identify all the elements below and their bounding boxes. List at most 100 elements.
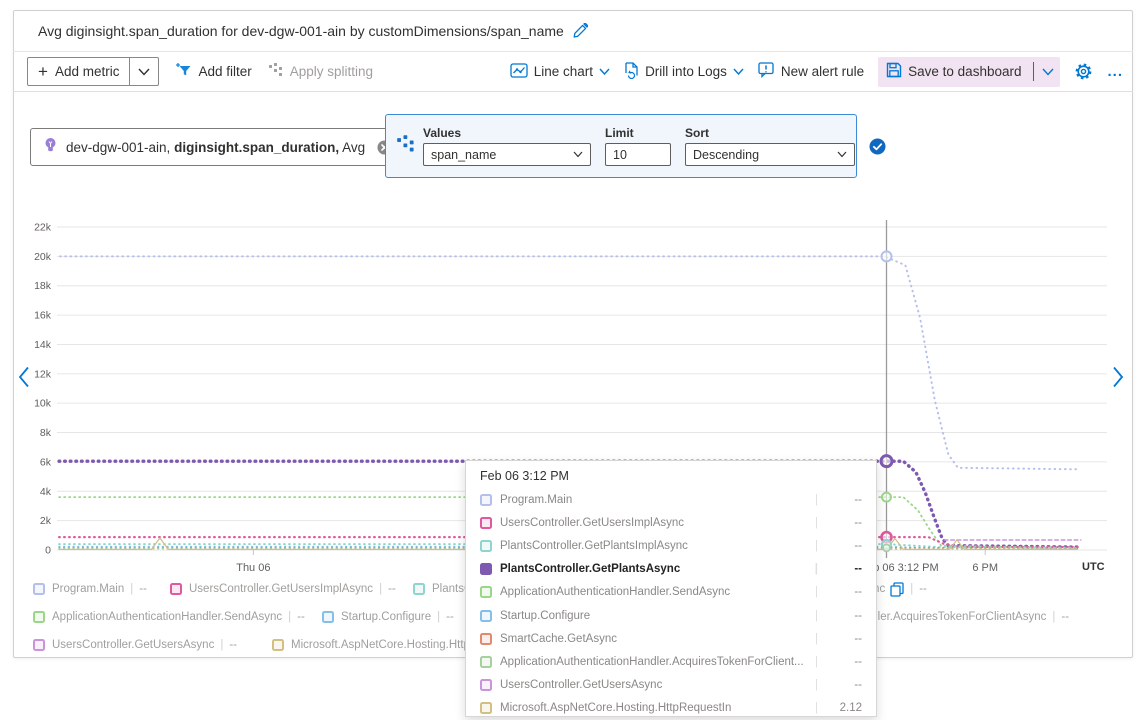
tooltip-series-value: -- [828, 586, 862, 598]
legend-series-value: -- [297, 611, 305, 623]
divider: | [437, 611, 440, 623]
add-metric-button[interactable]: + Add metric [28, 58, 129, 85]
legend-color-swatch [272, 639, 284, 651]
tooltip-color-swatch [480, 656, 492, 668]
series-marker [883, 544, 890, 551]
legend-color-swatch [170, 583, 182, 595]
more-options-button[interactable]: ... [1107, 63, 1123, 80]
series-line [60, 256, 1078, 469]
new-alert-rule-button[interactable]: New alert rule [758, 62, 864, 81]
values-label: Values [423, 126, 591, 140]
divider: | [815, 679, 818, 691]
x-axis-tick-label: Thu 06 [236, 562, 270, 574]
tooltip-color-swatch [480, 494, 492, 506]
chart-title-bar: Avg diginsight.span_duration for dev-dgw… [13, 10, 1133, 52]
tooltip-series-value: -- [828, 610, 862, 622]
drill-logs-icon [624, 62, 639, 82]
add-metric-dropdown[interactable] [129, 58, 158, 85]
y-axis-tick-label: 4k [40, 486, 52, 498]
legend-series-name: UsersController.GetUsersAsync [52, 639, 214, 651]
y-axis-tick-label: 0 [45, 545, 51, 557]
save-to-dashboard-split-button: Save to dashboard [878, 57, 1060, 87]
pan-right-chevron-icon[interactable] [1112, 366, 1124, 393]
save-to-dashboard-button[interactable]: Save to dashboard [886, 62, 1021, 81]
utc-timezone-label: UTC [1082, 561, 1105, 573]
tooltip-series-row: UsersController.GetUsersAsync | -- [466, 674, 876, 697]
y-axis-tick-label: 20k [34, 251, 52, 263]
add-filter-button[interactable]: Add filter [175, 62, 251, 81]
tooltip-color-swatch [480, 540, 492, 552]
legend-item[interactable]: ApplicationAuthenticationHandler.SendAsy… [33, 609, 305, 625]
metric-pill[interactable]: dev-dgw-001-ain, diginsight.span_duratio… [30, 128, 405, 166]
legend-series-value: -- [1061, 611, 1069, 623]
tooltip-series-value: -- [828, 540, 862, 552]
y-axis-tick-label: 12k [34, 368, 52, 380]
sort-label: Sort [685, 126, 855, 140]
tooltip-series-value: 2.12 [828, 702, 862, 714]
apply-splitting-button[interactable]: Apply splitting [268, 62, 373, 81]
tooltip-series-value: -- [828, 633, 862, 645]
splitting-confirmed-check-icon[interactable] [869, 138, 886, 155]
metric-aggregation: Avg [342, 140, 365, 155]
add-metric-label: Add metric [55, 64, 120, 79]
tooltip-series-name: PlantsController.GetPlantsImplAsync [500, 540, 809, 552]
splitting-panel: Values span_name Limit Sort Descending [385, 114, 857, 178]
metric-name: diginsight.span_duration, [174, 140, 339, 155]
chart-type-button[interactable]: Line chart [510, 63, 610, 81]
tooltip-series-row: Microsoft.AspNetCore.Hosting.HttpRequest… [466, 697, 876, 720]
legend-color-swatch [33, 639, 45, 651]
limit-input[interactable] [605, 143, 671, 166]
tooltip-color-swatch [480, 702, 492, 714]
divider: | [815, 702, 818, 714]
tooltip-series-name: UsersController.GetUsersImplAsync [500, 517, 809, 529]
divider: | [288, 611, 291, 623]
divider: | [815, 586, 818, 598]
chart-hover-tooltip: Feb 06 3:12 PM Program.Main|--UsersContr… [465, 460, 877, 717]
tooltip-series-value: -- [828, 679, 862, 691]
tooltip-series-row: PlantsController.GetPlantsImplAsync | -- [466, 534, 876, 557]
plus-icon: + [38, 63, 48, 80]
app-insights-lightbulb-icon [43, 137, 58, 157]
divider: | [815, 517, 818, 529]
divider: | [815, 540, 818, 552]
legend-series-name: Startup.Configure [341, 611, 431, 623]
tooltip-series-row: SmartCache.GetAsync|-- [466, 627, 876, 650]
legend-item[interactable]: Program.Main|-- [33, 581, 147, 597]
tooltip-color-swatch [480, 563, 492, 575]
tooltip-series-row: Program.Main|-- [466, 488, 876, 511]
copy-series-name-icon[interactable] [890, 582, 904, 597]
values-select[interactable]: span_name [423, 143, 591, 166]
divider: | [910, 583, 913, 595]
legend-series-name: UsersController.GetUsersImplAsync [189, 583, 373, 595]
divider: | [815, 610, 818, 622]
series-marker [882, 251, 892, 261]
legend-item[interactable]: Startup.Configure|-- [322, 609, 454, 625]
save-dropdown-chevron-icon[interactable] [1042, 68, 1054, 76]
chart-toolbar: + Add metric Add filter Apply splitting [13, 52, 1133, 92]
legend-color-swatch [33, 583, 45, 595]
chevron-down-icon [573, 151, 583, 158]
tooltip-series-value: -- [828, 517, 862, 529]
y-axis-tick-label: 14k [34, 339, 52, 351]
metric-pill-text: dev-dgw-001-ain, diginsight.span_duratio… [66, 140, 365, 155]
sort-select[interactable]: Descending [685, 143, 855, 166]
new-alert-rule-label: New alert rule [781, 64, 864, 79]
legend-item[interactable]: UsersController.GetUsersAsync|-- [33, 637, 237, 653]
settings-gear-icon[interactable] [1074, 62, 1093, 81]
tooltip-series-name: UsersController.GetUsersAsync [500, 679, 809, 691]
x-axis-tick-label: 6 PM [972, 562, 998, 574]
legend-item[interactable]: UsersController.GetUsersImplAsync|-- [170, 581, 396, 597]
pan-left-chevron-icon[interactable] [18, 366, 30, 393]
tooltip-series-row: ApplicationAuthenticationHandler.SendAsy… [466, 581, 876, 604]
legend-series-value: -- [919, 583, 927, 595]
drill-into-logs-button[interactable]: Drill into Logs [624, 62, 744, 82]
edit-title-icon[interactable] [572, 23, 588, 39]
tooltip-color-swatch [480, 610, 492, 622]
save-icon [886, 62, 902, 81]
tooltip-series-name: Program.Main [500, 494, 809, 506]
legend-series-value: -- [229, 639, 237, 651]
y-axis-tick-label: 22k [34, 222, 52, 234]
apply-splitting-icon [268, 62, 284, 81]
y-axis-tick-label: 10k [34, 398, 52, 410]
metric-resource: dev-dgw-001-ain, [66, 140, 170, 155]
